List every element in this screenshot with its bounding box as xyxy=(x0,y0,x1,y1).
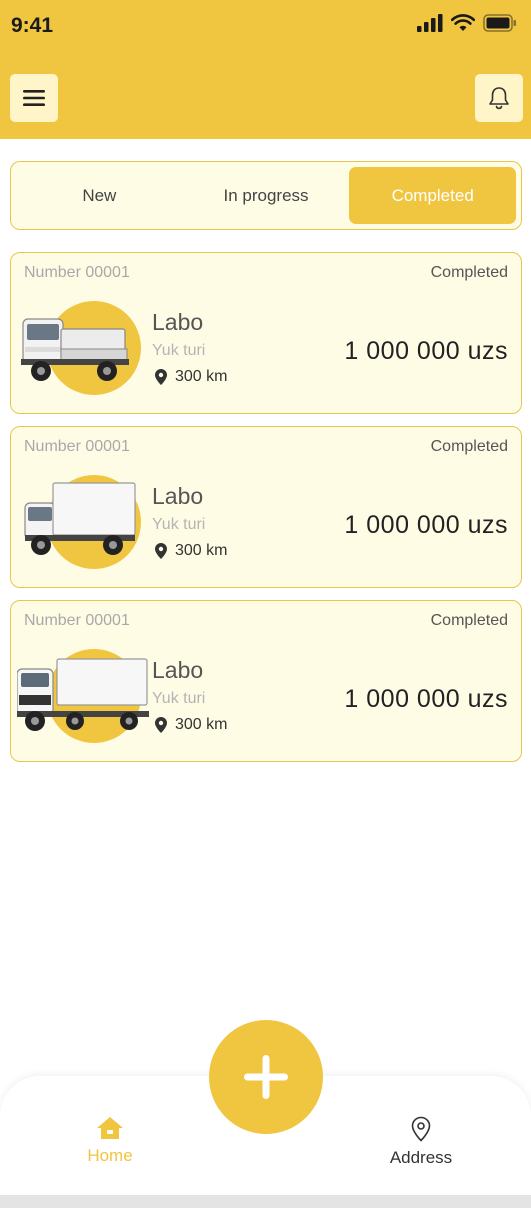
order-card[interactable]: Number 00001 Completed Labo Yuk turi 300… xyxy=(10,252,522,414)
bell-icon xyxy=(489,87,509,110)
location-pin-icon xyxy=(411,1116,431,1142)
order-cargo-type: Yuk turi xyxy=(152,516,206,533)
menu-button[interactable] xyxy=(10,74,58,122)
order-number: Number 00001 xyxy=(24,438,130,455)
order-cargo-type: Yuk turi xyxy=(152,690,206,707)
semi-truck-icon xyxy=(17,658,149,731)
order-distance-label: 300 km xyxy=(175,716,228,733)
nav-address-label: Address xyxy=(389,1148,453,1167)
status-icons xyxy=(417,14,517,32)
order-distance-label: 300 km xyxy=(175,368,228,385)
location-pin-icon xyxy=(155,717,167,733)
location-pin-icon xyxy=(155,369,167,385)
order-vehicle-name: Labo xyxy=(152,483,204,509)
add-order-button[interactable] xyxy=(209,1020,323,1134)
status-tabs: New In progress Completed xyxy=(10,161,522,230)
order-vehicle-name: Labo xyxy=(152,657,204,683)
header-bar: 9:41 xyxy=(0,0,531,139)
tab-completed[interactable]: Completed xyxy=(349,167,517,224)
hamburger-menu-icon xyxy=(23,90,45,106)
order-distance: 300 km xyxy=(155,542,227,560)
battery-icon xyxy=(483,14,516,32)
order-distance-label: 300 km xyxy=(175,542,228,559)
box-truck-icon xyxy=(24,482,136,555)
order-price: 1 000 000 uzs xyxy=(344,511,508,539)
order-vehicle-name: Labo xyxy=(152,309,204,335)
nav-home[interactable]: Home xyxy=(50,1116,170,1166)
mini-truck-icon xyxy=(21,318,129,381)
order-distance: 300 km xyxy=(155,716,227,734)
order-card[interactable]: Number 00001 Completed Labo Yuk turi 300… xyxy=(10,600,522,762)
tab-new[interactable]: New xyxy=(16,167,183,224)
location-pin-icon xyxy=(155,543,167,559)
status-time: 9:41 xyxy=(11,14,54,37)
order-card[interactable]: Number 00001 Completed Labo Yuk turi 300… xyxy=(10,426,522,588)
order-status: Completed xyxy=(430,438,508,455)
order-price: 1 000 000 uzs xyxy=(344,337,508,365)
plus-icon xyxy=(244,1055,288,1099)
vehicle-image xyxy=(17,645,149,745)
order-number: Number 00001 xyxy=(24,612,130,629)
home-indicator xyxy=(0,1195,531,1208)
order-price: 1 000 000 uzs xyxy=(344,685,508,713)
home-icon xyxy=(97,1117,123,1139)
order-distance: 300 km xyxy=(155,368,227,386)
wifi-icon xyxy=(451,14,475,31)
order-number: Number 00001 xyxy=(24,264,130,281)
notifications-button[interactable] xyxy=(475,74,523,122)
tab-in-progress[interactable]: In progress xyxy=(183,167,350,224)
order-status: Completed xyxy=(430,264,508,281)
order-cargo-type: Yuk turi xyxy=(152,342,206,359)
vehicle-image xyxy=(17,297,147,397)
vehicle-image xyxy=(17,471,147,571)
nav-address[interactable]: Address xyxy=(361,1116,481,1168)
nav-home-label: Home xyxy=(87,1146,133,1165)
signal-icon xyxy=(417,14,443,32)
order-status: Completed xyxy=(430,612,508,629)
